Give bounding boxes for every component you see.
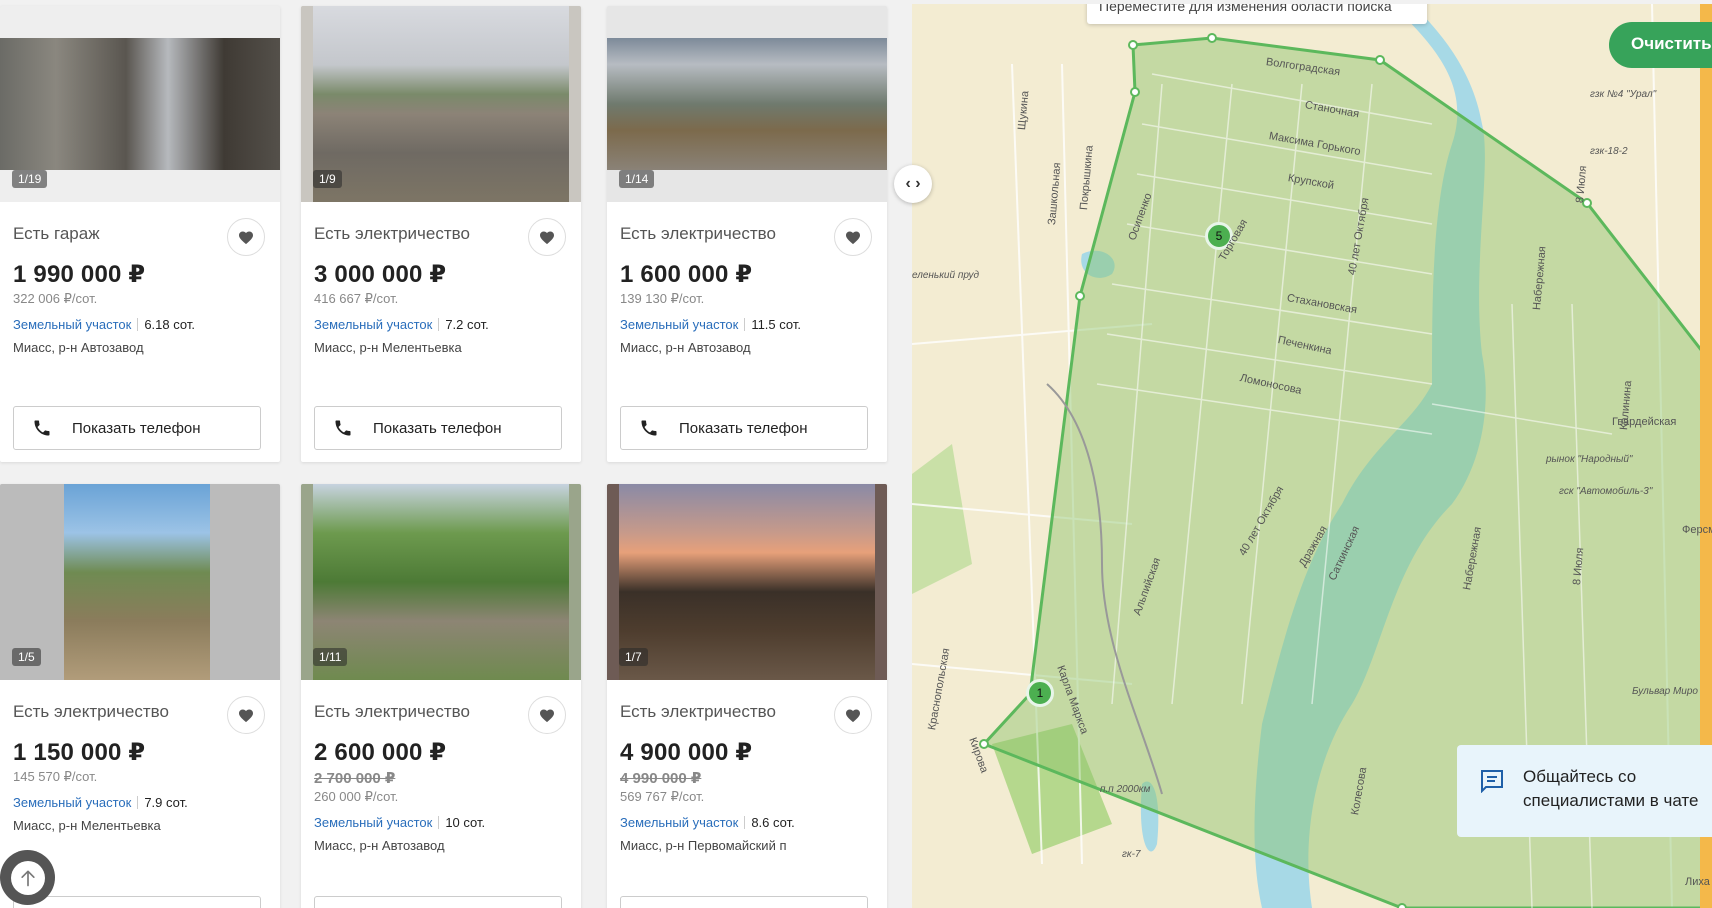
listing-photo[interactable]: 1/5 [0, 484, 280, 680]
poi-label: еленький пруд [912, 270, 980, 281]
map[interactable]: Переместите для изменения области поиска… [912, 4, 1712, 908]
listing-address: Миасс, р-н Автозавод [314, 838, 445, 853]
heart-icon [846, 709, 860, 722]
favorite-button[interactable] [834, 218, 872, 256]
price-per-sotka: 145 570 ₽/сот. [13, 769, 98, 784]
show-phone-button[interactable]: Показать телефон [13, 406, 261, 450]
heart-icon [239, 709, 253, 722]
show-phone-label: Показать телефон [373, 419, 502, 437]
photo-counter: 1/14 [619, 170, 655, 188]
listing-price: 1 990 000 ₽ [13, 261, 146, 288]
collapse-panel-button[interactable]: ‹ › [894, 165, 932, 203]
favorite-button[interactable] [227, 696, 265, 734]
listing-type-link[interactable]: Земельный участок [620, 317, 738, 332]
scroll-up-button[interactable] [0, 850, 55, 905]
price-per-sotka: 322 006 ₽/сот. [13, 291, 98, 306]
listing-card[interactable]: 1/14 Есть электричество 1 600 000 ₽ 139 … [607, 6, 887, 462]
heart-icon [239, 231, 253, 244]
map-cluster-marker[interactable]: 1 [1026, 679, 1054, 707]
listing-card[interactable]: 1/9 Есть электричество 3 000 000 ₽ 416 6… [301, 6, 581, 462]
listing-price: 2 600 000 ₽ [314, 739, 447, 766]
listing-price: 1 150 000 ₽ [13, 739, 146, 766]
street-label: Гвардейская [1612, 416, 1677, 428]
favorite-button[interactable] [528, 696, 566, 734]
heart-icon [540, 709, 554, 722]
poi-label: гк-7 [1122, 849, 1141, 860]
listing-type-link[interactable]: Земельный участок [314, 317, 432, 332]
listing-area: 11.5 сот. [751, 317, 801, 332]
listing-address: Миасс, р-н Мелентьевка [314, 340, 462, 355]
poi-label: гзк-18-2 [1590, 146, 1628, 157]
phone-icon [335, 420, 351, 436]
listing-photo[interactable]: 1/7 [607, 484, 887, 680]
listing-photo[interactable]: 1/9 [301, 6, 581, 202]
show-phone-button[interactable] [620, 896, 868, 908]
photo-counter: 1/19 [12, 170, 48, 188]
listing-old-price: 4 990 000 ₽ [620, 770, 702, 787]
poi-label: Бульвар Миро [1632, 686, 1698, 697]
listing-area: 10 сот. [445, 815, 486, 830]
listing-address: Миасс, р-н Автозавод [620, 340, 751, 355]
listing-address: Миасс, р-н Первомайский п [620, 838, 787, 853]
phone-icon [34, 420, 50, 436]
favorite-button[interactable] [528, 218, 566, 256]
photo-counter: 1/5 [12, 648, 41, 666]
listing-photo[interactable]: 1/19 [0, 6, 280, 202]
favorite-button[interactable] [834, 696, 872, 734]
show-phone-button[interactable]: Показать телефон [314, 406, 562, 450]
listing-address: Миасс, р-н Мелентьевка [13, 818, 161, 833]
photo-counter: 1/7 [619, 648, 648, 666]
listing-price: 1 600 000 ₽ [620, 261, 753, 288]
poi-label: п.п 2000км [1100, 784, 1151, 795]
clear-area-button[interactable]: Очистить об [1609, 22, 1712, 68]
price-per-sotka: 260 000 ₽/сот. [314, 789, 399, 804]
poi-label: рынок "Народный" [1546, 454, 1633, 465]
street-label: Лиха [1685, 876, 1710, 888]
listing-card[interactable]: 1/11 Есть электричество 2 600 000 ₽ 2 70… [301, 484, 581, 908]
price-per-sotka: 416 667 ₽/сот. [314, 291, 399, 306]
listing-card[interactable]: 1/5 Есть электричество 1 150 000 ₽ 145 5… [0, 484, 280, 908]
show-phone-label: Показать телефон [679, 419, 808, 437]
listing-type-link[interactable]: Земельный участок [13, 317, 131, 332]
photo-counter: 1/11 [313, 648, 348, 666]
listing-card[interactable]: 1/7 Есть электричество 4 900 000 ₽ 4 990… [607, 484, 887, 908]
show-phone-button[interactable] [13, 896, 261, 908]
heart-icon [846, 231, 860, 244]
listing-area: 7.2 сот. [445, 317, 489, 332]
poi-label: гзк №4 "Урал" [1590, 89, 1657, 100]
poi-label: гск "Автомобиль-3" [1559, 486, 1653, 497]
listing-price: 3 000 000 ₽ [314, 261, 447, 288]
show-phone-button[interactable] [314, 896, 562, 908]
chat-banner-text: Общайтесь со специалистами в чате [1523, 767, 1699, 810]
price-per-sotka: 139 130 ₽/сот. [620, 291, 705, 306]
listing-type-link[interactable]: Земельный участок [314, 815, 432, 830]
listing-photo[interactable]: 1/14 [607, 6, 887, 202]
listing-area: 6.18 сот. [144, 317, 195, 332]
listing-old-price: 2 700 000 ₽ [314, 770, 396, 787]
listing-area: 7.9 сот. [144, 795, 188, 810]
listing-price: 4 900 000 ₽ [620, 739, 753, 766]
chat-banner[interactable]: Общайтесь со специалистами в чате [1457, 745, 1712, 837]
listing-address: Миасс, р-н Автозавод [13, 340, 144, 355]
listing-card[interactable]: 1/19 Есть гараж 1 990 000 ₽ 322 006 ₽/со… [0, 6, 280, 462]
listing-type-link[interactable]: Земельный участок [13, 795, 131, 810]
heart-icon [540, 231, 554, 244]
map-search-hint: Переместите для изменения области поиска [1087, 4, 1427, 24]
listing-area: 8.6 сот. [751, 815, 795, 830]
price-per-sotka: 569 767 ₽/сот. [620, 789, 705, 804]
chat-icon [1481, 770, 1503, 793]
favorite-button[interactable] [227, 218, 265, 256]
listing-type-link[interactable]: Земельный участок [620, 815, 738, 830]
arrow-up-icon [20, 870, 35, 886]
listings-panel: 1/19 Есть гараж 1 990 000 ₽ 322 006 ₽/со… [0, 0, 912, 908]
photo-counter: 1/9 [313, 170, 342, 188]
phone-icon [641, 420, 657, 436]
show-phone-label: Показать телефон [72, 419, 201, 437]
listing-photo[interactable]: 1/11 [301, 484, 581, 680]
show-phone-button[interactable]: Показать телефон [620, 406, 868, 450]
street-label: Ферсм [1682, 524, 1712, 536]
